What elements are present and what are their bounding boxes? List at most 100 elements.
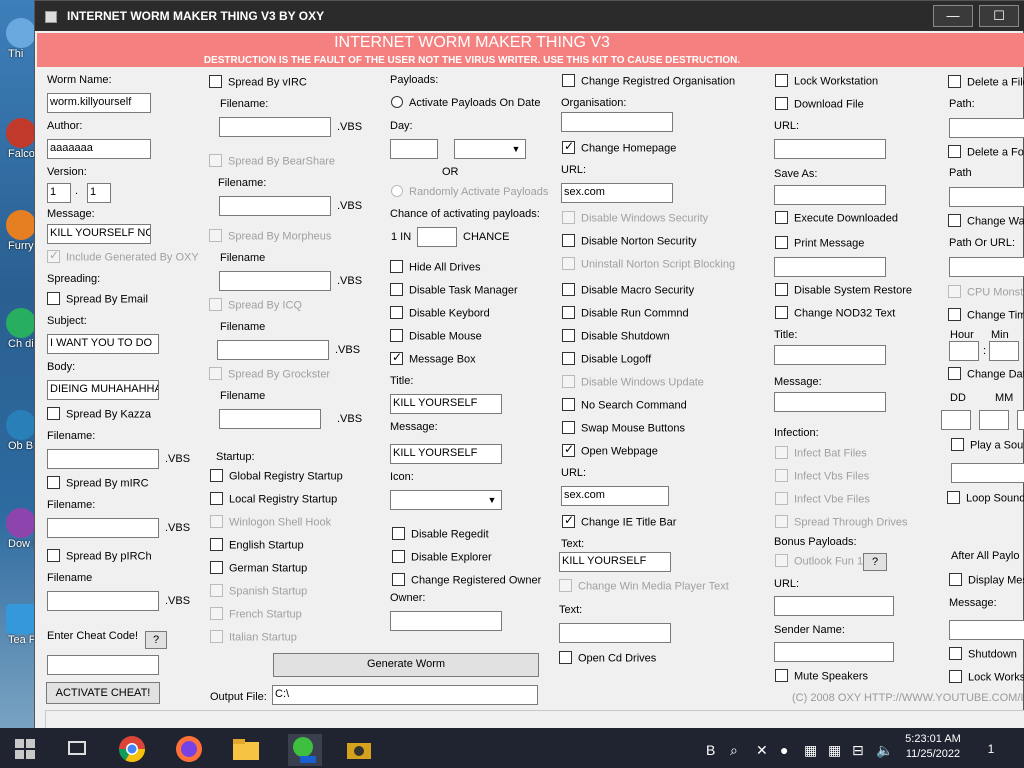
winlogon-checkbox[interactable]: Winlogon Shell Hook <box>210 515 331 529</box>
download-url-input[interactable] <box>774 139 886 159</box>
maximize-button[interactable]: ☐ <box>979 5 1019 27</box>
change-wallpaper-checkbox[interactable]: Change Wal <box>948 214 1024 228</box>
virc-filename-input[interactable] <box>219 117 331 137</box>
worm-maker-taskbar-button[interactable] <box>288 734 322 766</box>
chance-input[interactable] <box>417 227 457 247</box>
taskbar-clock[interactable]: 5:23:01 AM 11/25/2022 <box>900 732 966 762</box>
change-reg-org-checkbox[interactable]: Change Registred Organisation <box>562 74 735 88</box>
disable-task-manager-checkbox[interactable]: Disable Task Manager <box>390 283 518 297</box>
uninstall-norton-checkbox[interactable]: Uninstall Norton Script Blocking <box>562 257 735 271</box>
activate-on-date-radio[interactable]: Activate Payloads On Date <box>391 96 540 109</box>
spread-email-checkbox[interactable]: Spread By Email <box>47 292 148 306</box>
disable-system-restore-checkbox[interactable]: Disable System Restore <box>775 283 912 297</box>
disable-explorer-checkbox[interactable]: Disable Explorer <box>392 550 492 564</box>
nod32-message-input[interactable] <box>774 392 886 412</box>
desktop-icon-5[interactable]: Ob Bro <box>0 410 43 452</box>
spread-virc-checkbox[interactable]: Spread By vIRC <box>209 75 307 89</box>
day-input[interactable] <box>941 410 971 430</box>
body-input[interactable]: DIEING MUHAHAHHA <box>47 380 159 400</box>
delete-folder-checkbox[interactable]: Delete a Fold <box>948 145 1024 159</box>
sender-name-input[interactable] <box>774 642 894 662</box>
german-startup-checkbox[interactable]: German Startup <box>210 561 307 575</box>
worm-name-input[interactable]: worm.killyourself <box>47 93 151 113</box>
wmp-text-input[interactable] <box>559 623 671 643</box>
print-message-input[interactable] <box>774 257 886 277</box>
outlook-help-button[interactable]: ? <box>863 553 887 571</box>
minimize-button[interactable]: — <box>933 5 973 27</box>
lock-workstation-checkbox[interactable]: Lock Workstation <box>775 74 878 88</box>
spread-kazza-checkbox[interactable]: Spread By Kazza <box>47 407 151 421</box>
loop-sound-checkbox[interactable]: Loop Sound <box>947 491 1024 505</box>
message-input[interactable]: KILL YOURSELF NOW <box>47 224 151 244</box>
version-major-input[interactable]: 1 <box>47 183 71 203</box>
shutdown-checkbox[interactable]: Shutdown <box>949 647 1017 661</box>
camera-taskbar-button[interactable] <box>344 734 374 764</box>
generate-worm-button[interactable]: Generate Worm <box>273 653 539 677</box>
change-wmp-checkbox[interactable]: Change Win Media Player Text <box>559 579 729 593</box>
cheat-help-button[interactable]: ? <box>145 631 167 649</box>
desktop-icon-4[interactable]: Ch dis <box>0 308 39 350</box>
final-message-input[interactable] <box>949 620 1024 640</box>
desktop-icon-6[interactable]: Dow From <box>0 508 59 550</box>
start-button[interactable] <box>14 738 36 760</box>
delete-folder-path-input[interactable] <box>949 187 1024 207</box>
year-input[interactable] <box>1017 410 1024 430</box>
bearshare-filename-input[interactable] <box>219 196 331 216</box>
kazza-filename-input[interactable] <box>47 449 159 469</box>
english-startup-checkbox[interactable]: English Startup <box>210 538 304 552</box>
disable-windows-security-checkbox[interactable]: Disable Windows Security <box>562 211 708 225</box>
month-input[interactable] <box>979 410 1009 430</box>
search-icon[interactable]: ⌕ <box>730 742 738 759</box>
chrome-taskbar-button[interactable] <box>117 734 147 764</box>
change-registered-owner-checkbox[interactable]: Change Registered Owner <box>392 573 541 587</box>
change-time-checkbox[interactable]: Change Time <box>948 308 1024 322</box>
grockster-filename-input[interactable] <box>219 409 321 429</box>
firefox-taskbar-button[interactable] <box>174 734 204 764</box>
desktop-icon-7[interactable]: Tea Fac <box>0 604 47 646</box>
randomly-activate-radio[interactable]: Randomly Activate Payloads <box>391 185 548 198</box>
morpheus-filename-input[interactable] <box>219 271 331 291</box>
french-startup-checkbox[interactable]: French Startup <box>210 607 302 621</box>
tray-icon[interactable]: ▦ <box>804 742 817 759</box>
icon-dropdown[interactable]: ▼ <box>390 490 502 510</box>
minute-input[interactable] <box>989 341 1019 361</box>
outlook-fun-checkbox[interactable]: Outlook Fun 1 <box>775 554 863 568</box>
disable-shutdown-checkbox[interactable]: Disable Shutdown <box>562 329 670 343</box>
icq-filename-input[interactable] <box>217 340 329 360</box>
infect-vbe-checkbox[interactable]: Infect Vbe Files <box>775 492 870 506</box>
tray-icon[interactable]: ● <box>780 742 788 758</box>
spread-bearshare-checkbox[interactable]: Spread By BearShare <box>209 154 335 168</box>
mirc-filename-input[interactable] <box>47 518 159 538</box>
delete-file-checkbox[interactable]: Delete a File <box>948 75 1024 89</box>
homepage-url-input[interactable]: sex.com <box>561 183 673 203</box>
version-minor-input[interactable]: 1 <box>87 183 111 203</box>
day-input[interactable] <box>390 139 438 159</box>
spread-drives-checkbox[interactable]: Spread Through Drives <box>775 515 908 529</box>
tray-icon[interactable]: ▦ <box>828 742 841 759</box>
tray-icon[interactable]: B <box>706 742 715 758</box>
disable-mouse-checkbox[interactable]: Disable Mouse <box>390 329 482 343</box>
spread-grockster-checkbox[interactable]: Spread By Grockster <box>209 367 330 381</box>
disable-regedit-checkbox[interactable]: Disable Regedit <box>392 527 489 541</box>
pirch-filename-input[interactable] <box>47 591 159 611</box>
tray-icon[interactable]: ✕ <box>756 742 768 759</box>
no-search-checkbox[interactable]: No Search Command <box>562 398 687 412</box>
msgbox-title-input[interactable]: KILL YOURSELF <box>390 394 502 414</box>
mute-speakers-checkbox[interactable]: Mute Speakers <box>775 669 868 683</box>
hour-input[interactable] <box>949 341 979 361</box>
ie-title-text-input[interactable]: KILL YOURSELF <box>559 552 671 572</box>
activate-cheat-button[interactable]: ACTIVATE CHEAT! <box>46 682 160 704</box>
network-icon[interactable]: ⊟ <box>852 742 864 759</box>
delete-file-path-input[interactable] <box>949 118 1024 138</box>
desktop-icon-3[interactable]: Furry <box>0 210 38 252</box>
change-nod32-checkbox[interactable]: Change NOD32 Text <box>775 306 895 320</box>
author-input[interactable]: aaaaaaa <box>47 139 151 159</box>
disable-windows-update-checkbox[interactable]: Disable Windows Update <box>562 375 704 389</box>
spread-mirc-checkbox[interactable]: Spread By mIRC <box>47 476 149 490</box>
disable-logoff-checkbox[interactable]: Disable Logoff <box>562 352 651 366</box>
owner-input[interactable] <box>390 611 502 631</box>
webpage-url-input[interactable]: sex.com <box>561 486 669 506</box>
spread-morpheus-checkbox[interactable]: Spread By Morpheus <box>209 229 331 243</box>
msgbox-message-input[interactable]: KILL YOURSELF <box>390 444 502 464</box>
cheat-code-input[interactable] <box>47 655 159 675</box>
